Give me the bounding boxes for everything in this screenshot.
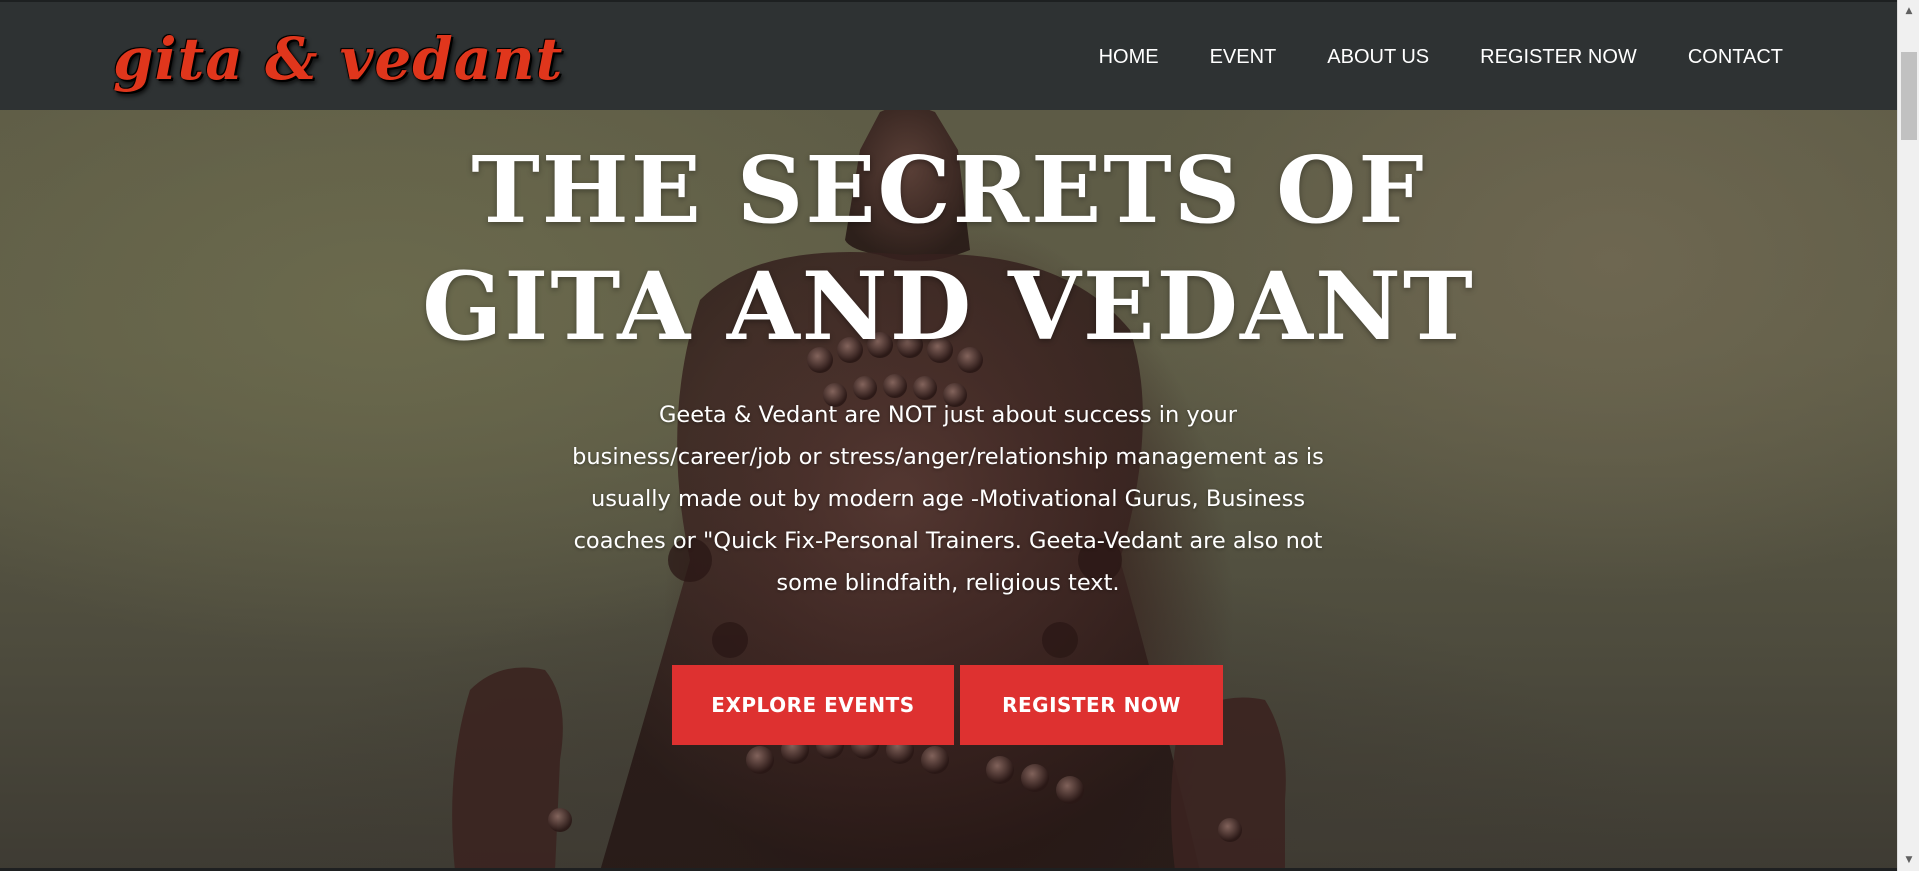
hero-headline-line1: THE SECRETS OF	[471, 136, 1426, 244]
nav-item-about-us[interactable]: ABOUT US	[1327, 46, 1429, 69]
nav-item-home[interactable]: HOME	[1099, 46, 1159, 69]
explore-events-button[interactable]: EXPLORE EVENTS	[672, 665, 954, 745]
nav-item-event[interactable]: EVENT	[1210, 46, 1277, 69]
nav-item-contact[interactable]: CONTACT	[1688, 46, 1783, 69]
register-now-button[interactable]: REGISTER NOW	[960, 665, 1223, 745]
page: gita & vedant HOME EVENT ABOUT US REGIST…	[0, 0, 1919, 871]
main-nav: HOME EVENT ABOUT US REGISTER NOW CONTACT	[1048, 2, 1783, 112]
scroll-up-arrow-icon[interactable]: ▲	[1898, 2, 1919, 20]
scroll-thumb[interactable]	[1901, 52, 1917, 140]
nav-item-register-now[interactable]: REGISTER NOW	[1480, 46, 1637, 69]
site-logo[interactable]: gita & vedant	[113, 16, 563, 102]
top-navbar: gita & vedant HOME EVENT ABOUT US REGIST…	[0, 0, 1897, 110]
hero-intro-text: Geeta & Vedant are NOT just about succes…	[572, 402, 1324, 596]
page-scrollbar[interactable]: ▲ ▼	[1897, 0, 1919, 871]
hero-headline-line2: GITA AND VEDANT	[422, 252, 1475, 362]
logo-text: gita & vedant	[113, 25, 564, 93]
scroll-down-arrow-icon[interactable]: ▼	[1898, 851, 1919, 869]
